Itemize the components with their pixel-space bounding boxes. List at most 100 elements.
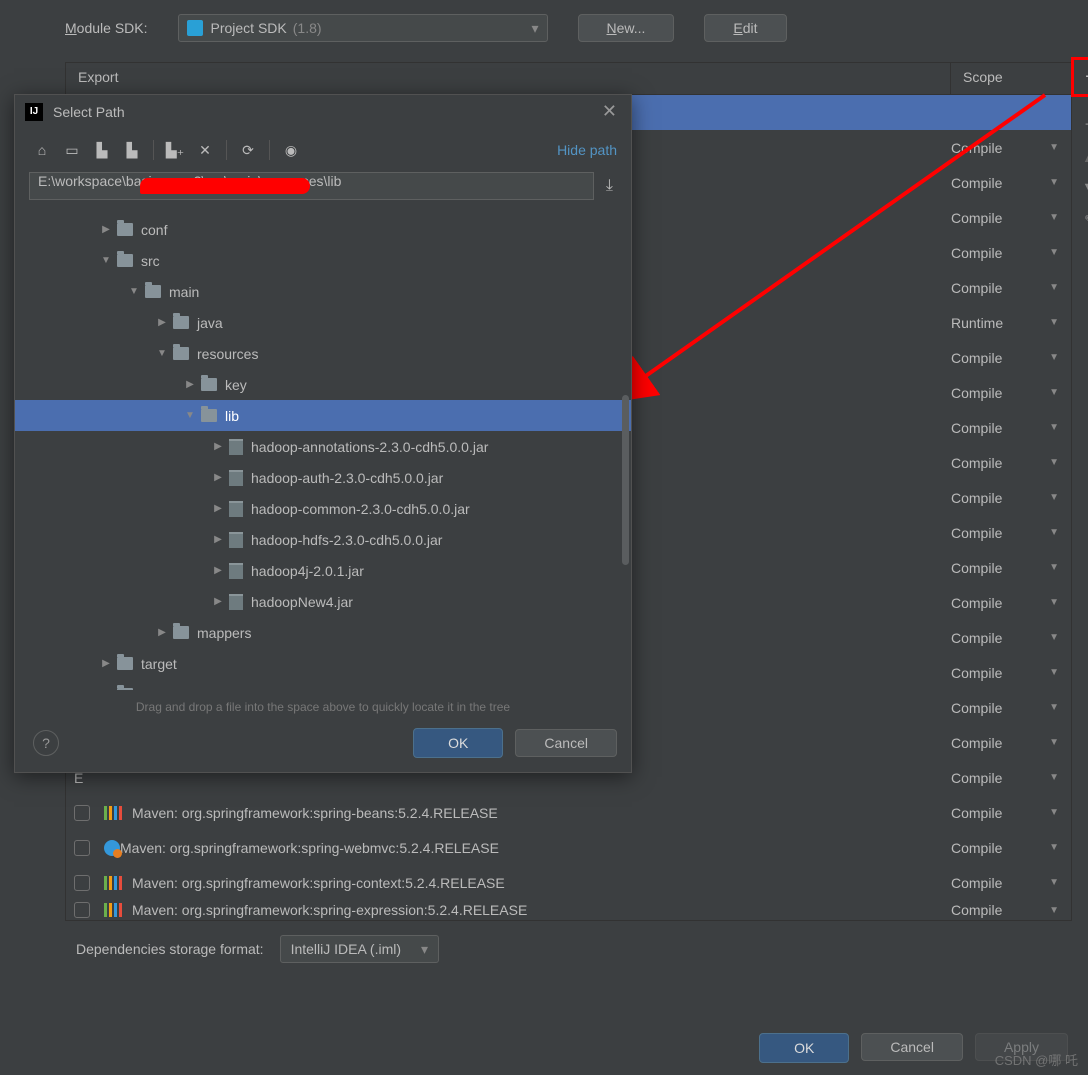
maven-icon	[104, 876, 122, 890]
edit-button[interactable]: Edit	[704, 14, 786, 42]
tree-node[interactable]: ▶java	[15, 307, 631, 338]
tree-twisty[interactable]: ▼	[183, 410, 197, 421]
dialog-ok-button[interactable]: OK	[413, 728, 503, 758]
scope-combo[interactable]: Compile▼	[951, 770, 1063, 786]
scope-combo[interactable]: Compile▼	[951, 840, 1063, 856]
dependency-row[interactable]: Maven: org.springframework:spring-contex…	[66, 865, 1071, 900]
tree-twisty[interactable]: ▶	[211, 596, 225, 607]
watermark: CSDN @哪 吒	[995, 1050, 1078, 1069]
tree-twisty[interactable]: ▶	[99, 689, 113, 690]
remove-button[interactable]: −	[1079, 113, 1088, 135]
tree-label: main	[169, 284, 199, 300]
export-checkbox[interactable]	[74, 875, 90, 891]
ok-button[interactable]: OK	[759, 1033, 849, 1063]
export-checkbox[interactable]	[74, 840, 90, 856]
hide-path-link[interactable]: Hide path	[557, 142, 617, 158]
tree-twisty[interactable]: ▶	[155, 627, 169, 638]
scope-combo[interactable]: Compile▼	[951, 210, 1063, 226]
scope-combo[interactable]: Compile▼	[951, 140, 1063, 156]
path-input[interactable]: E:\workspace\basic-serv ?\src\main\resou…	[29, 172, 594, 200]
show-hidden-icon[interactable]: ◉	[278, 138, 304, 162]
storage-combo[interactable]: IntelliJ IDEA (.iml) ▾	[280, 935, 440, 963]
tree-label: resources	[197, 346, 258, 362]
module-sdk-combo[interactable]: Project SDK (1.8) ▾	[178, 14, 548, 42]
move-up-button[interactable]: ▲	[1079, 145, 1088, 167]
new-folder-icon[interactable]: ▙₊	[162, 138, 188, 162]
home-icon[interactable]: ⌂	[29, 138, 55, 162]
jar-icon	[229, 439, 243, 455]
tree-twisty[interactable]: ▶	[183, 379, 197, 390]
scope-combo[interactable]: Compile▼	[951, 280, 1063, 296]
cancel-button[interactable]: Cancel	[861, 1033, 963, 1061]
tree-twisty[interactable]: ▶	[211, 472, 225, 483]
new-button[interactable]: New...	[578, 14, 675, 42]
tree-node[interactable]: ▶hadoopNew4.jar	[15, 586, 631, 617]
scope-combo[interactable]: Runtime▼	[951, 315, 1063, 331]
tree-node[interactable]: ▼lib	[15, 400, 631, 431]
tree-node[interactable]: ▶key	[15, 369, 631, 400]
scope-combo[interactable]: Compile▼	[951, 175, 1063, 191]
tree-twisty[interactable]: ▶	[211, 503, 225, 514]
tree-twisty[interactable]: ▼	[127, 286, 141, 297]
scope-combo[interactable]: Compile▼	[951, 560, 1063, 576]
module-icon[interactable]: ▙	[119, 138, 145, 162]
scope-combo[interactable]: Compile▼	[951, 875, 1063, 891]
refresh-icon[interactable]: ⟳	[235, 138, 261, 162]
scope-combo[interactable]: Compile▼	[951, 385, 1063, 401]
scope-combo[interactable]: Compile▼	[951, 805, 1063, 821]
dependency-row[interactable]: Maven: org.springframework:spring-webmvc…	[66, 830, 1071, 865]
scope-combo[interactable]: Compile▼	[951, 630, 1063, 646]
move-down-button[interactable]: ▼	[1079, 177, 1088, 199]
help-icon[interactable]: ?	[33, 730, 59, 756]
scope-combo[interactable]: Compile▼	[951, 420, 1063, 436]
scope-combo[interactable]: Compile▼	[951, 902, 1063, 918]
export-checkbox[interactable]	[74, 902, 90, 918]
tree-twisty[interactable]: ▶	[211, 534, 225, 545]
tree-node[interactable]: ▶ hadoop-common-2.3.0-cdh5.0.0.jar	[15, 493, 631, 524]
scrollbar-thumb[interactable]	[622, 395, 629, 565]
tree-twisty[interactable]: ▶	[211, 441, 225, 452]
tree-twisty[interactable]: ▶	[99, 658, 113, 669]
file-tree[interactable]: ▶conf▼src▼main▶java▼resources▶key▼lib▶ha…	[15, 210, 631, 690]
scope-combo[interactable]: Compile▼	[951, 700, 1063, 716]
tree-twisty[interactable]: ▼	[155, 348, 169, 359]
tree-node[interactable]: ▶ target	[15, 648, 631, 679]
tree-node[interactable]: ▼ main	[15, 276, 631, 307]
tree-node[interactable]: ▼ resources	[15, 338, 631, 369]
tree-twisty[interactable]: ▶	[211, 565, 225, 576]
tree-label: hadoop-common-2.3.0-cdh5.0.0.jar	[251, 501, 470, 517]
tree-label: target	[141, 656, 177, 672]
scope-combo[interactable]: Compile▼	[951, 245, 1063, 261]
tree-node[interactable]: ▶hadoop-auth-2.3.0-cdh5.0.0.jar	[15, 462, 631, 493]
tree-node[interactable]: ▶hadoop-annotations-2.3.0-cdh5.0.0.jar	[15, 431, 631, 462]
tree-node[interactable]: ▶bass	[15, 679, 631, 690]
tree-node[interactable]: ▶hadoop4j-2.0.1.jar	[15, 555, 631, 586]
tree-label: src	[141, 253, 160, 269]
tree-node[interactable]: ▶mappers	[15, 617, 631, 648]
tree-twisty[interactable]: ▶	[155, 317, 169, 328]
close-icon[interactable]: ✕	[598, 101, 621, 122]
scope-combo[interactable]: Compile▼	[951, 350, 1063, 366]
tree-node[interactable]: ▶conf	[15, 214, 631, 245]
export-checkbox[interactable]	[74, 805, 90, 821]
delete-icon[interactable]: ✕	[192, 138, 218, 162]
dependency-label: Maven: org.springframework:spring-expres…	[132, 902, 951, 918]
tree-node[interactable]: ▶hadoop-hdfs-2.3.0-cdh5.0.0.jar	[15, 524, 631, 555]
scope-combo[interactable]: Compile▼	[951, 595, 1063, 611]
scope-combo[interactable]: Compile▼	[951, 735, 1063, 751]
scope-combo[interactable]: Compile▼	[951, 525, 1063, 541]
download-icon[interactable]: ⤓	[602, 177, 617, 195]
folder-icon	[201, 409, 217, 422]
desktop-icon[interactable]: ▭	[59, 138, 85, 162]
tree-twisty[interactable]: ▼	[99, 255, 113, 266]
dependency-row[interactable]: Maven: org.springframework:spring-beans:…	[66, 795, 1071, 830]
scope-combo[interactable]: Compile▼	[951, 490, 1063, 506]
tree-node[interactable]: ▼ src	[15, 245, 631, 276]
tree-twisty[interactable]: ▶	[99, 224, 113, 235]
dependency-row[interactable]: Maven: org.springframework:spring-expres…	[66, 900, 1071, 920]
scope-combo[interactable]: Compile▼	[951, 665, 1063, 681]
edit-pencil-icon[interactable]: ✎	[1079, 209, 1088, 231]
dialog-cancel-button[interactable]: Cancel	[515, 729, 617, 757]
scope-combo[interactable]: Compile▼	[951, 455, 1063, 471]
project-icon[interactable]: ▙	[89, 138, 115, 162]
